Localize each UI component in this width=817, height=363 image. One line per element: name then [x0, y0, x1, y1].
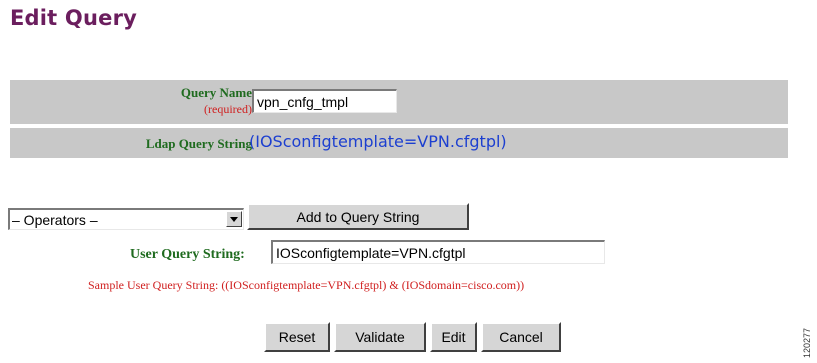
cancel-button[interactable]: Cancel: [481, 322, 561, 352]
sample-query-hint: Sample User Query String: ((IOSconfigtem…: [88, 278, 525, 292]
user-query-string-label: User Query String:: [130, 247, 245, 262]
page-title: Edit Query: [10, 6, 138, 30]
chevron-down-icon[interactable]: [226, 211, 242, 227]
ldap-query-row: Ldap Query String (IOSconfigtemplate=VPN…: [10, 128, 788, 158]
operators-select-value: – Operators –: [12, 212, 98, 228]
edit-button[interactable]: Edit: [430, 322, 477, 352]
required-label: (required): [204, 102, 252, 116]
figure-id: 120277: [802, 327, 812, 358]
query-name-label: Query Name: [180, 85, 252, 100]
ldap-query-value: (IOSconfigtemplate=VPN.cfgtpl): [249, 132, 507, 151]
operators-select[interactable]: – Operators –: [8, 208, 244, 230]
validate-button[interactable]: Validate: [334, 322, 426, 352]
query-name-input[interactable]: [252, 89, 397, 113]
user-query-string-input[interactable]: [271, 240, 605, 264]
query-name-row: Query Name (required): [10, 80, 788, 124]
ldap-query-label: Ldap Query String: [145, 136, 252, 151]
add-to-query-string-button[interactable]: Add to Query String: [247, 203, 469, 230]
reset-button[interactable]: Reset: [264, 322, 330, 352]
